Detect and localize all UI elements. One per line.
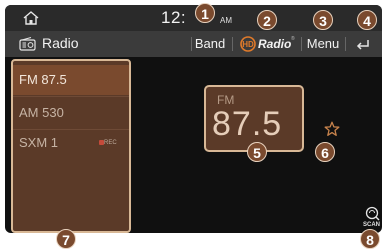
- callout-2: 2: [257, 10, 277, 30]
- callout-4: 4: [357, 10, 377, 30]
- radio-icon: [19, 37, 36, 51]
- frequency-value: 87.5: [212, 105, 283, 143]
- scan-icon: [365, 206, 380, 221]
- band-button[interactable]: Band: [191, 31, 229, 57]
- station-label: SXM 1: [19, 135, 59, 150]
- callout-7: 7: [56, 229, 76, 249]
- radio-screen-diagram: 12: AM Radio Band HD Radio ® Menu FM 87.…: [0, 0, 388, 251]
- divider: [232, 37, 233, 51]
- hd-radio-trademark: ®: [291, 36, 295, 42]
- divider: [345, 37, 346, 51]
- scan-label: SCAN: [363, 222, 381, 228]
- hd-radio-label: Radio: [258, 37, 292, 51]
- station-label: FM 87.5: [19, 72, 67, 87]
- callout-8: 8: [360, 229, 380, 249]
- am-pm-indicator: AM: [220, 16, 232, 25]
- hd-radio-logo-icon: HD: [240, 36, 256, 52]
- page-title: Radio: [42, 35, 79, 51]
- callout-6: 6: [315, 142, 335, 162]
- station-item-am[interactable]: AM 530: [13, 98, 129, 128]
- rec-badge: REC: [104, 140, 117, 146]
- title-bar: Radio Band HD Radio ® Menu: [5, 31, 382, 57]
- back-arrow-icon[interactable]: [355, 37, 371, 51]
- callout-5: 5: [247, 142, 267, 162]
- menu-button[interactable]: Menu: [302, 31, 344, 57]
- star-icon[interactable]: [324, 121, 340, 137]
- station-list: FM 87.5 AM 530 SXM 1 REC: [11, 59, 131, 233]
- station-item-fm[interactable]: FM 87.5: [13, 65, 129, 95]
- home-icon[interactable]: [21, 9, 41, 27]
- clock: 12:: [161, 8, 187, 27]
- station-label: AM 530: [19, 105, 64, 120]
- list-divider: [13, 96, 129, 97]
- svg-text:HD: HD: [242, 40, 254, 49]
- callout-3: 3: [313, 10, 333, 30]
- station-item-sxm[interactable]: SXM 1 REC: [13, 128, 129, 158]
- head-unit-screen: 12: AM Radio Band HD Radio ® Menu FM 87.…: [5, 5, 382, 233]
- callout-1: 1: [195, 3, 215, 23]
